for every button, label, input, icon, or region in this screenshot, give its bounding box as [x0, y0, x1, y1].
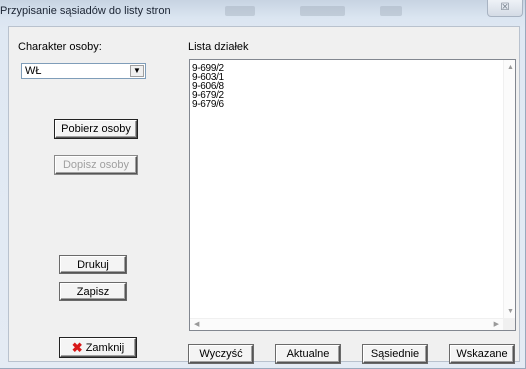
title-blur-decoration — [225, 6, 255, 16]
dialog-client-area: Charakter osoby: WŁ ▼ Pobierz osoby Dopi… — [8, 26, 520, 363]
title-blur-decoration — [380, 6, 402, 16]
pobierz-osoby-button[interactable]: Pobierz osoby — [55, 120, 137, 138]
scroll-up-icon[interactable]: ▲ — [507, 64, 514, 72]
window-title: Przypisanie sąsiadów do listy stron — [0, 5, 171, 17]
drukuj-button[interactable]: Drukuj — [60, 256, 126, 273]
dialog-window: Przypisanie sąsiadów do listy stron ☒ Ch… — [0, 0, 526, 369]
zamknij-label: Zamknij — [85, 342, 125, 354]
dopisz-osoby-button[interactable]: Dopisz osoby — [55, 156, 137, 174]
zapisz-button[interactable]: Zapisz — [60, 283, 126, 300]
scroll-down-icon[interactable]: ▼ — [507, 308, 514, 316]
sasiednie-button[interactable]: Sąsiednie — [363, 345, 427, 363]
aktualne-button[interactable]: Aktualne — [276, 345, 340, 363]
wyczysc-button[interactable]: Wyczyść — [189, 345, 253, 363]
scrollbar-corner — [503, 318, 515, 330]
lista-dzialek-label: Lista działek — [188, 41, 249, 53]
close-window-icon: ☒ — [500, 2, 510, 13]
title-blur-decoration — [300, 6, 345, 16]
parcel-listbox[interactable]: 9-699/2 9-603/1 9-606/8 9-679/2 9-679/6 … — [189, 59, 516, 331]
scroll-left-icon[interactable]: ◀ — [194, 321, 199, 329]
horizontal-scrollbar[interactable]: ◀ ▶ — [190, 318, 503, 330]
list-item[interactable]: 9-679/6 — [192, 100, 224, 110]
chevron-down-icon[interactable]: ▼ — [130, 65, 144, 77]
close-window-button[interactable]: ☒ — [487, 0, 523, 17]
wskazane-button[interactable]: Wskazane — [450, 345, 514, 363]
scroll-right-icon[interactable]: ▶ — [494, 321, 499, 329]
zamknij-button[interactable]: ✖ Zamknij — [60, 338, 136, 357]
title-bar[interactable]: Przypisanie sąsiadów do listy stron ☒ — [0, 0, 526, 26]
charakter-select[interactable]: WŁ ▼ — [21, 63, 146, 79]
close-icon: ✖ — [71, 340, 83, 355]
charakter-select-value: WŁ — [25, 65, 42, 77]
charakter-label: Charakter osoby: — [18, 41, 102, 53]
vertical-scrollbar[interactable]: ▲ ▼ — [503, 60, 515, 320]
parcel-list: 9-699/2 9-603/1 9-606/8 9-679/2 9-679/6 — [192, 64, 224, 110]
